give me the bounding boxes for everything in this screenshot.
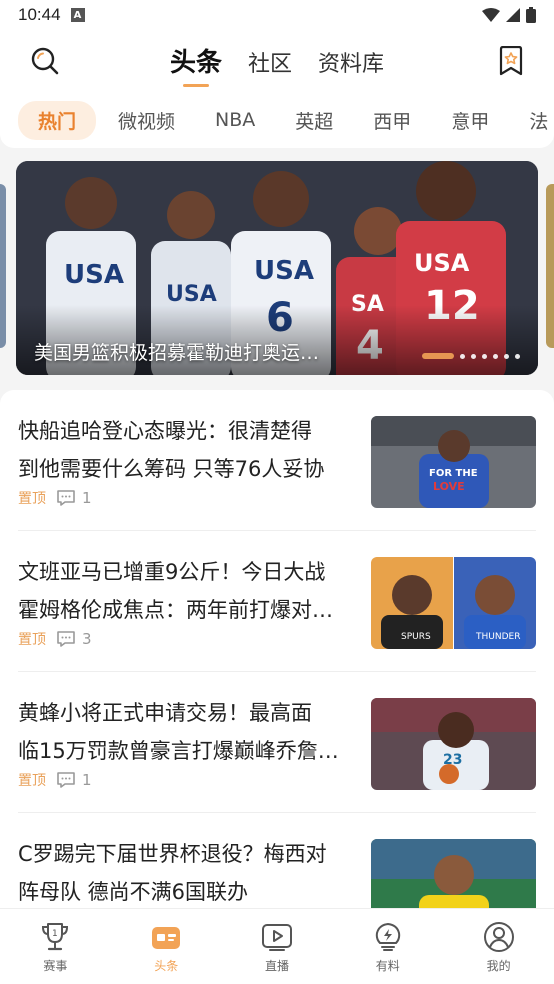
news-meta: 置顶 3 xyxy=(18,629,92,649)
profile-icon xyxy=(483,922,514,952)
news-item[interactable]: 黄蜂小将正式申请交易！最高面 临15万罚款曾豪言打爆巅峰乔詹… 置顶 1 23 xyxy=(18,672,536,813)
news-thumbnail: 23 xyxy=(371,698,536,790)
tab-matches[interactable]: 1 赛事 xyxy=(0,909,111,984)
banner-carousel: USA USA USA 6 SA 4 USA 12 美国男篮积极招募霍勒迪打奥运… xyxy=(0,148,554,390)
news-title-line: 黄蜂小将正式申请交易！最高面 xyxy=(18,701,312,725)
news-title-line: 快船追哈登心态曝光：很清楚得 xyxy=(18,419,312,443)
comment-number: 3 xyxy=(82,630,92,648)
svg-text:LOVE: LOVE xyxy=(433,480,465,493)
tab-headlines[interactable]: 头条 xyxy=(170,42,222,79)
pinned-tag: 置顶 xyxy=(18,632,46,648)
comment-count: 1 xyxy=(56,771,92,789)
category-hot[interactable]: 热门 xyxy=(18,100,97,140)
svg-text:USA: USA xyxy=(64,260,124,290)
carousel-dot[interactable] xyxy=(471,353,476,359)
news-title-line: C罗踢完下届世界杯退役？梅西对 xyxy=(18,842,327,866)
category-ligue-1[interactable]: 法 xyxy=(529,107,548,134)
news-feed: 快船追哈登心态曝光：很清楚得 到他需要什么筹码 只等76人妥协 置顶 1 FOR… xyxy=(0,390,554,908)
top-nav: 头条 社区 资料库 xyxy=(0,30,554,92)
news-title-line: 临15万罚款曾豪言打爆巅峰乔詹… xyxy=(18,739,339,763)
comment-number: 1 xyxy=(82,489,92,507)
carousel-dot[interactable] xyxy=(515,353,520,359)
news-title: 文班亚马已增重9公斤！今日大战 霍姆格伦成焦点：两年前打爆对… xyxy=(18,553,358,629)
news-title: 黄蜂小将正式申请交易！最高面 临15万罚款曾豪言打爆巅峰乔詹… xyxy=(18,694,358,770)
status-time: 10:44 xyxy=(18,5,61,24)
signal-icon xyxy=(506,8,520,22)
comment-icon xyxy=(57,631,75,647)
tab-database[interactable]: 资料库 xyxy=(318,46,384,79)
category-nba[interactable]: NBA xyxy=(215,109,255,131)
carousel-dot[interactable] xyxy=(482,353,487,359)
svg-text:USA: USA xyxy=(414,249,470,277)
battery-icon xyxy=(526,7,536,23)
news-icon xyxy=(152,927,181,949)
tab-label: 赛事 xyxy=(43,959,68,973)
news-title-line: 阵母队 德尚不满6国联办 xyxy=(18,880,249,904)
trophy-icon: 1 xyxy=(42,923,69,951)
tab-profile[interactable]: 我的 xyxy=(443,909,554,984)
category-serie-a[interactable]: 意甲 xyxy=(451,107,489,134)
tab-live[interactable]: 直播 xyxy=(222,909,333,984)
svg-text:1: 1 xyxy=(52,929,58,939)
svg-text:FOR THE: FOR THE xyxy=(429,468,478,479)
news-thumbnail: FOR THE LOVE xyxy=(371,416,536,508)
svg-text:USA: USA xyxy=(254,256,314,286)
news-item[interactable]: C罗踢完下届世界杯退役？梅西对 阵母队 德尚不满6国联办 xyxy=(18,813,536,908)
news-title: 快船追哈登心态曝光：很清楚得 到他需要什么筹码 只等76人妥协 xyxy=(18,412,358,488)
banner-next-peek[interactable] xyxy=(546,184,554,348)
bookmark-icon[interactable] xyxy=(498,46,524,76)
category-premier-league[interactable]: 英超 xyxy=(295,107,333,134)
news-meta: 置顶 1 xyxy=(18,488,92,508)
tab-community[interactable]: 社区 xyxy=(248,46,292,79)
news-item[interactable]: 文班亚马已增重9公斤！今日大战 霍姆格伦成焦点：两年前打爆对… 置顶 3 SPU… xyxy=(18,531,536,672)
comment-count: 1 xyxy=(56,489,92,507)
banner-caption: 美国男篮积极招募霍勒迪打奥运… xyxy=(34,342,320,364)
svg-text:23: 23 xyxy=(443,752,462,768)
banner-prev-peek[interactable] xyxy=(0,184,6,348)
comment-number: 1 xyxy=(82,771,92,789)
top-tabs: 头条 社区 资料库 xyxy=(0,42,554,79)
category-micro-video[interactable]: 微视频 xyxy=(118,107,175,134)
news-title-line: 霍姆格伦成焦点：两年前打爆对… xyxy=(18,598,333,622)
tab-label: 直播 xyxy=(264,959,289,973)
bolt-icon xyxy=(375,923,400,951)
category-la-liga[interactable]: 西甲 xyxy=(373,107,411,134)
svg-text:SPURS: SPURS xyxy=(401,632,431,642)
tab-label: 头条 xyxy=(154,959,179,973)
news-thumbnail: SPURS THUNDER xyxy=(371,557,536,649)
comment-count: 3 xyxy=(56,630,92,648)
category-list: 热门 微视频 NBA 英超 西甲 意甲 法 xyxy=(0,92,554,148)
comment-icon xyxy=(57,772,75,788)
news-title-line: 到他需要什么筹码 只等76人妥协 xyxy=(18,457,325,481)
pinned-tag: 置顶 xyxy=(18,491,46,507)
comment-icon xyxy=(57,490,75,506)
notification-a-icon: A xyxy=(70,8,85,22)
pinned-tag: 置顶 xyxy=(18,773,46,789)
status-icons xyxy=(482,7,536,23)
news-meta: 置顶 1 xyxy=(18,770,92,790)
tab-label: 我的 xyxy=(486,959,511,973)
news-title-line: 文班亚马已增重9公斤！今日大战 xyxy=(18,560,326,584)
status-bar: 10:44 A xyxy=(0,0,554,30)
tab-label: 有料 xyxy=(375,959,400,973)
category-bar: 热门 微视频 NBA 英超 西甲 意甲 法 xyxy=(0,92,554,148)
tab-insider[interactable]: 有料 xyxy=(332,909,443,984)
carousel-dot-active[interactable] xyxy=(422,353,454,359)
banner-slide[interactable]: USA USA USA 6 SA 4 USA 12 美国男篮积极招募霍勒迪打奥运… xyxy=(16,161,538,375)
news-item[interactable]: 快船追哈登心态曝光：很清楚得 到他需要什么筹码 只等76人妥协 置顶 1 FOR… xyxy=(18,390,536,531)
svg-text:USA: USA xyxy=(166,282,217,307)
wifi-icon xyxy=(482,8,500,22)
svg-text:THUNDER: THUNDER xyxy=(475,632,520,642)
carousel-dot[interactable] xyxy=(460,353,465,359)
bottom-tab-bar: 1 赛事 头条 直播 有料 我的 xyxy=(0,908,554,984)
news-thumbnail xyxy=(371,839,536,908)
carousel-dot[interactable] xyxy=(504,353,509,359)
carousel-indicator xyxy=(422,353,520,359)
play-icon xyxy=(261,924,292,951)
carousel-dot[interactable] xyxy=(493,353,498,359)
news-title: C罗踢完下届世界杯退役？梅西对 阵母队 德尚不满6国联办 xyxy=(18,835,358,908)
tab-headlines-bottom[interactable]: 头条 xyxy=(111,909,222,984)
